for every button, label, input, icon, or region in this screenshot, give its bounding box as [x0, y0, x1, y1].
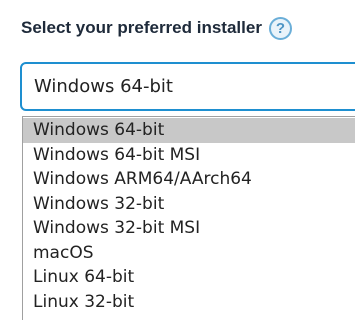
installer-field-label: Select your preferred installer ? [21, 13, 292, 43]
option-windows-64-bit[interactable]: Windows 64-bit [23, 118, 355, 143]
option-windows-64-bit-msi[interactable]: Windows 64-bit MSI [23, 143, 355, 168]
help-icon[interactable]: ? [268, 16, 292, 40]
option-linux-32-bit[interactable]: Linux 32-bit [23, 290, 355, 315]
option-windows-32-bit-msi[interactable]: Windows 32-bit MSI [23, 216, 355, 241]
installer-dropdown-list: Windows 64-bit Windows 64-bit MSI Window… [22, 116, 355, 320]
installer-select[interactable]: Windows 64-bit [20, 62, 355, 111]
option-macos[interactable]: macOS [23, 241, 355, 266]
option-linux-64-bit[interactable]: Linux 64-bit [23, 265, 355, 290]
option-windows-arm64[interactable]: Windows ARM64/AArch64 [23, 167, 355, 192]
selected-installer-value: Windows 64-bit [34, 76, 173, 97]
field-label-text: Select your preferred installer [21, 18, 262, 37]
option-windows-32-bit[interactable]: Windows 32-bit [23, 192, 355, 217]
